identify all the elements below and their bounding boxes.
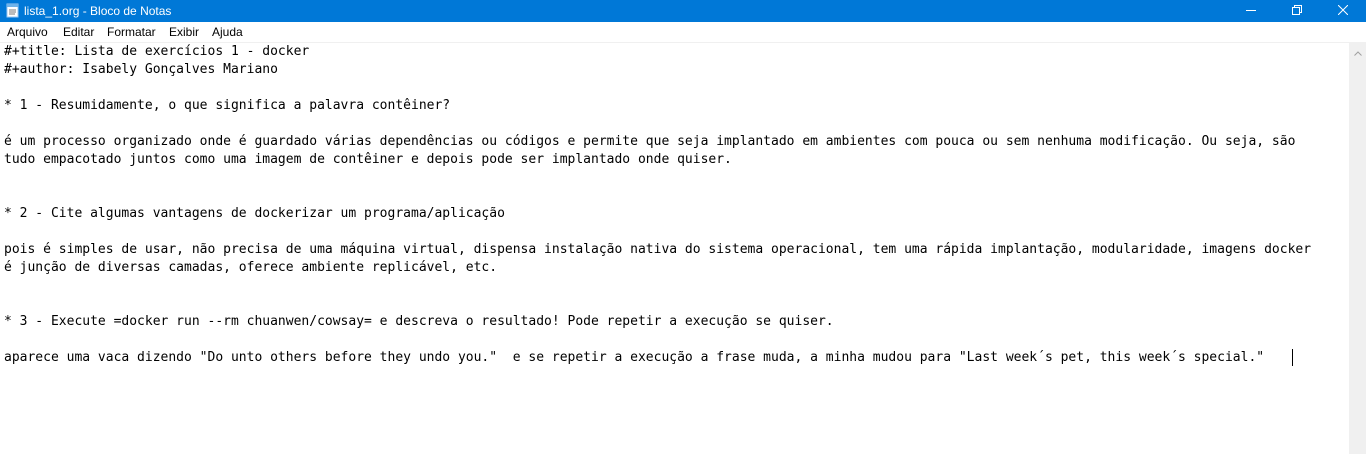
text-line-answer-2a[interactable]: pois é simples de usar, não precisa de u…: [4, 241, 1311, 259]
text-line-question-3[interactable]: * 3 - Execute =docker run --rm chuanwen/…: [4, 313, 834, 331]
menu-ajuda[interactable]: Ajuda: [212, 25, 243, 39]
minimize-button[interactable]: [1228, 0, 1274, 22]
text-editor-area[interactable]: #+title: Lista de exercícios 1 - docker …: [0, 43, 1349, 454]
text-line-question-2[interactable]: * 2 - Cite algumas vantagens de dockeriz…: [4, 205, 505, 223]
close-button[interactable]: [1320, 0, 1366, 22]
menu-editar[interactable]: Editar: [63, 25, 94, 39]
text-caret: [1292, 349, 1293, 366]
menu-formatar[interactable]: Formatar: [107, 25, 156, 39]
text-line-title[interactable]: #+title: Lista de exercícios 1 - docker: [4, 43, 309, 61]
menu-arquivo[interactable]: Arquivo: [7, 25, 48, 39]
text-line-answer-1b[interactable]: tudo empacotado juntos como uma imagem d…: [4, 151, 732, 169]
scroll-up-button[interactable]: [1349, 43, 1366, 60]
minimize-icon: [1246, 2, 1256, 20]
close-icon: [1337, 2, 1349, 20]
text-line-question-1[interactable]: * 1 - Resumidamente, o que significa a p…: [4, 97, 450, 115]
maximize-button[interactable]: [1274, 0, 1320, 22]
menu-exibir[interactable]: Exibir: [169, 25, 199, 39]
text-line-author[interactable]: #+author: Isabely Gonçalves Mariano: [4, 61, 278, 79]
text-line-answer-1a[interactable]: é um processo organizado onde é guardado…: [4, 133, 1295, 151]
title-bar[interactable]: lista_1.org - Bloco de Notas: [0, 0, 1366, 22]
restore-icon: [1292, 2, 1302, 20]
notepad-window: lista_1.org - Bloco de Notas Arquivo Edi…: [0, 0, 1366, 454]
window-title: lista_1.org - Bloco de Notas: [24, 4, 172, 18]
scroll-up-arrow-icon: [1353, 43, 1362, 61]
notepad-icon[interactable]: [6, 3, 19, 18]
text-line-answer-2b[interactable]: é junção de diversas camadas, oferece am…: [4, 259, 497, 277]
text-line-answer-3[interactable]: aparece uma vaca dizendo "Do unto others…: [4, 349, 1264, 367]
menu-bar: Arquivo Editar Formatar Exibir Ajuda: [0, 22, 1366, 43]
vertical-scrollbar[interactable]: [1349, 43, 1366, 454]
